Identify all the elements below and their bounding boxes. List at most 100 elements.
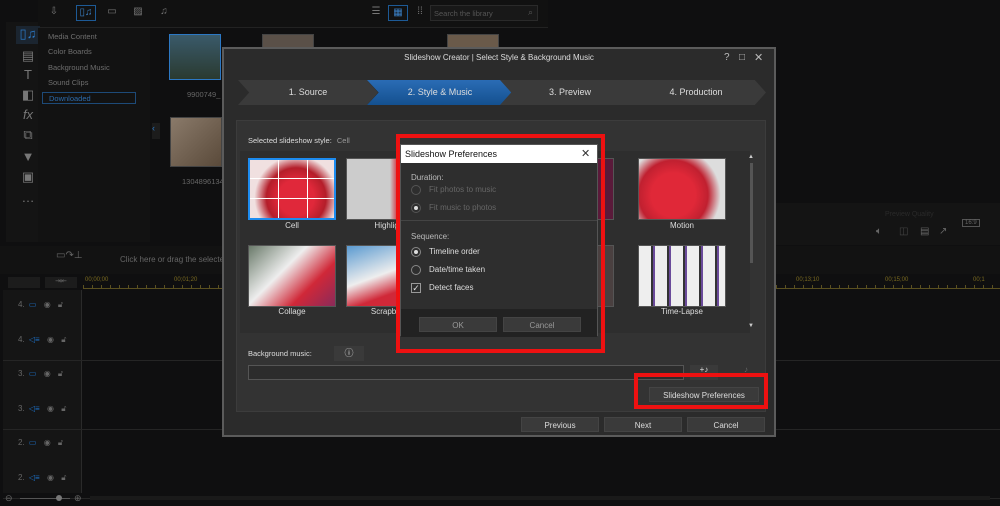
visibility-eye-icon[interactable]: ◉ [44, 438, 51, 447]
track-number: 2. [18, 438, 25, 447]
audio-track-icon: ◁≡ [28, 334, 40, 344]
zoom-out-icon[interactable]: ⊖ [5, 493, 13, 504]
track-header: 2. ▭ ◉ 🔓︎ [10, 438, 80, 458]
undock-icon[interactable]: ↗ [939, 226, 947, 237]
category-downloaded[interactable]: Downloaded [42, 92, 136, 104]
timeline-hint[interactable]: Click here or drag the selected [120, 255, 229, 264]
lock-icon[interactable]: 🔓︎ [61, 404, 66, 413]
import-icon[interactable]: ⇩ [44, 5, 64, 21]
step-preview[interactable]: 3. Preview [500, 80, 640, 105]
help-icon[interactable]: ? [724, 52, 730, 63]
category-sound-clips[interactable]: Sound Clips [42, 77, 136, 89]
track-header-panel [3, 290, 82, 493]
highlight-box-preferences-button [634, 373, 768, 409]
lock-icon[interactable]: 🔓︎ [58, 369, 63, 378]
step-style-music[interactable]: 2. Style & Music [367, 80, 513, 105]
visibility-eye-icon[interactable]: ◉ [47, 473, 54, 482]
gallery-scrollbar[interactable] [750, 163, 753, 263]
style-tile-collage[interactable] [248, 245, 336, 307]
video-filter-icon[interactable]: ▭ [102, 5, 122, 21]
search-input[interactable]: Search the library ⌕ [430, 5, 538, 21]
selected-style-label: Selected slideshow style: Cell [248, 136, 350, 145]
track-number: 3. [18, 403, 25, 413]
storyboard-icon[interactable]: ▭↷⊥ [56, 250, 83, 261]
fx-room-icon[interactable]: fx [16, 107, 40, 125]
ruler-tick-label: 00;1 [973, 277, 985, 283]
track-number: 3. [18, 369, 25, 378]
cancel-button[interactable]: Cancel [687, 417, 765, 432]
step-production[interactable]: 4. Production [626, 80, 766, 105]
left-rail: ▯♫ ▤ T ◧ fx ⧉ ▼ ▣ … [6, 22, 40, 242]
fit-timeline-button[interactable]: ⇥⇤ [45, 277, 77, 288]
zoom-slider[interactable] [20, 498, 70, 499]
maximize-icon[interactable]: □ [739, 52, 745, 63]
track-view-button[interactable] [8, 277, 40, 288]
image-filter-icon[interactable]: ▨ [128, 5, 148, 21]
lock-icon[interactable]: 🔓︎ [58, 438, 63, 447]
style-label: Time-Lapse [661, 307, 703, 316]
media-filter-icon[interactable]: ▯♫ [76, 5, 96, 21]
track-header: 4. ◁≡ ◉ 🔓︎ [10, 335, 80, 355]
zoom-slider-handle[interactable] [56, 495, 62, 501]
visibility-eye-icon[interactable]: ◉ [47, 404, 54, 413]
library-category-panel [38, 28, 150, 242]
media-thumbnail[interactable] [262, 34, 314, 48]
media-thumbnail[interactable] [169, 34, 221, 80]
category-media-content[interactable]: Media Content [42, 31, 136, 43]
more-view-icon[interactable]: ⁞⁞ [410, 5, 430, 21]
ruler-tick-label: 00;00;00 [85, 277, 109, 283]
visibility-eye-icon[interactable]: ◉ [44, 369, 51, 378]
media-thumbnail[interactable] [170, 117, 222, 167]
lock-icon[interactable]: 🔓︎ [61, 473, 66, 482]
style-tile-motion[interactable] [638, 158, 726, 220]
transition-room-icon[interactable]: ◧ [16, 87, 40, 105]
grid-view-icon[interactable]: ▦ [388, 5, 408, 21]
subtitle-room-icon[interactable]: ▣ [16, 169, 40, 187]
highlight-box-preferences-dialog [396, 134, 605, 353]
aspect-ratio-select[interactable]: 16:9 [962, 219, 980, 227]
particle-room-icon[interactable]: ▼ [16, 149, 40, 167]
search-placeholder: Search the library [434, 9, 493, 18]
library-toolbar: ⇩ ▯♫ ▭ ▨ ♫ ☰ ▦ ⁞⁞ Search the library ⌕ [38, 0, 548, 28]
background-music-field[interactable] [248, 365, 684, 380]
collapse-panel-button[interactable]: ‹ [152, 123, 160, 139]
media-room-icon[interactable]: ▯♫ [16, 26, 40, 44]
scroll-down-icon[interactable]: ▼ [748, 323, 754, 329]
scroll-up-icon[interactable]: ▲ [748, 154, 754, 160]
preview-quality-label[interactable]: Preview Quality [885, 211, 934, 218]
search-icon[interactable]: ⌕ [528, 7, 533, 18]
dialog-title: Slideshow Creator | Select Style & Backg… [404, 53, 594, 62]
video-track-icon: ▭ [28, 369, 37, 378]
step-source[interactable]: 1. Source [238, 80, 378, 105]
visibility-eye-icon[interactable]: ◉ [44, 300, 51, 309]
previous-button[interactable]: Previous [521, 417, 599, 432]
list-view-icon[interactable]: ☰ [366, 5, 386, 21]
volume-icon[interactable]: 🔈︎ [876, 226, 882, 237]
lock-icon[interactable]: 🔓︎ [61, 335, 66, 344]
category-color-boards[interactable]: Color Boards [42, 46, 136, 58]
background-music-label: Background music: [248, 349, 312, 358]
style-label: Cell [285, 221, 299, 230]
style-label: Collage [278, 307, 306, 316]
template-room-icon[interactable]: ▤ [16, 48, 40, 66]
lock-icon[interactable]: 🔓︎ [58, 300, 63, 309]
style-label: Motion [669, 221, 694, 230]
more-icon[interactable]: … [16, 190, 40, 208]
style-tile-timelapse[interactable] [638, 245, 726, 307]
visibility-eye-icon[interactable]: ◉ [47, 335, 54, 344]
subtitle-icon[interactable]: ▤ [920, 226, 929, 237]
music-filter-icon[interactable]: ♫ [154, 5, 174, 21]
media-thumbnail[interactable] [447, 34, 499, 48]
pip-room-icon[interactable]: ⧉ [16, 127, 40, 145]
info-button[interactable]: ⓘ [334, 346, 364, 361]
next-button[interactable]: Next [604, 417, 682, 432]
track-header: 3. ▭ ◉ 🔓︎ [10, 369, 80, 389]
snapshot-icon[interactable]: ◫ [899, 226, 908, 237]
close-icon[interactable]: ✕ [754, 51, 763, 64]
zoom-in-icon[interactable]: ⊕ [74, 493, 82, 504]
title-room-icon[interactable]: T [16, 67, 40, 85]
category-background-music[interactable]: Background Music [42, 62, 136, 74]
style-tile-cell[interactable] [248, 158, 336, 220]
ruler-tick-label: 00;15;00 [885, 277, 909, 283]
horizontal-scrollbar[interactable] [90, 496, 990, 500]
